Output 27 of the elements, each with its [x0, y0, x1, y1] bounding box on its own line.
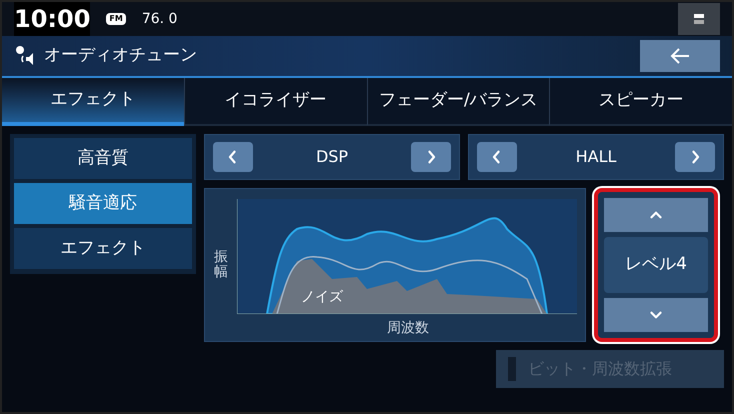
next-button[interactable] — [675, 142, 715, 172]
screen-title: オーディオチューン — [44, 44, 197, 68]
toggle-indicator — [508, 357, 516, 381]
selector-value: DSP — [316, 146, 348, 168]
noise-label: ノイズ — [301, 288, 343, 307]
tab[interactable]: スピーカー — [549, 78, 732, 126]
sidebar-item[interactable]: エフェクト — [14, 228, 192, 269]
previous-button[interactable] — [477, 142, 517, 172]
menu-button[interactable] — [678, 3, 720, 35]
axis-label: 振幅 — [214, 250, 228, 280]
next-button[interactable] — [411, 142, 451, 172]
selector-value: HALL — [576, 146, 616, 168]
tab[interactable]: イコライザー — [184, 78, 366, 126]
sidebar-item[interactable]: 高音質 — [14, 138, 192, 179]
sidebar-item[interactable]: 騒音適応 — [14, 183, 192, 224]
back-button[interactable] — [640, 40, 720, 72]
back-arrow-icon — [669, 47, 691, 65]
axis-label: 周波数 — [387, 319, 430, 338]
clock: 10:00 — [14, 2, 90, 37]
tab[interactable]: フェーダー/バランス — [366, 78, 550, 126]
tab[interactable]: エフェクト — [2, 78, 184, 126]
source-badge: FM — [106, 13, 126, 25]
previous-button[interactable] — [213, 142, 253, 172]
speaker-info-icon — [14, 45, 36, 67]
level-value: レベル4 — [604, 237, 708, 293]
menu-icon — [694, 13, 704, 25]
frequency: 76. 0 — [142, 10, 178, 28]
